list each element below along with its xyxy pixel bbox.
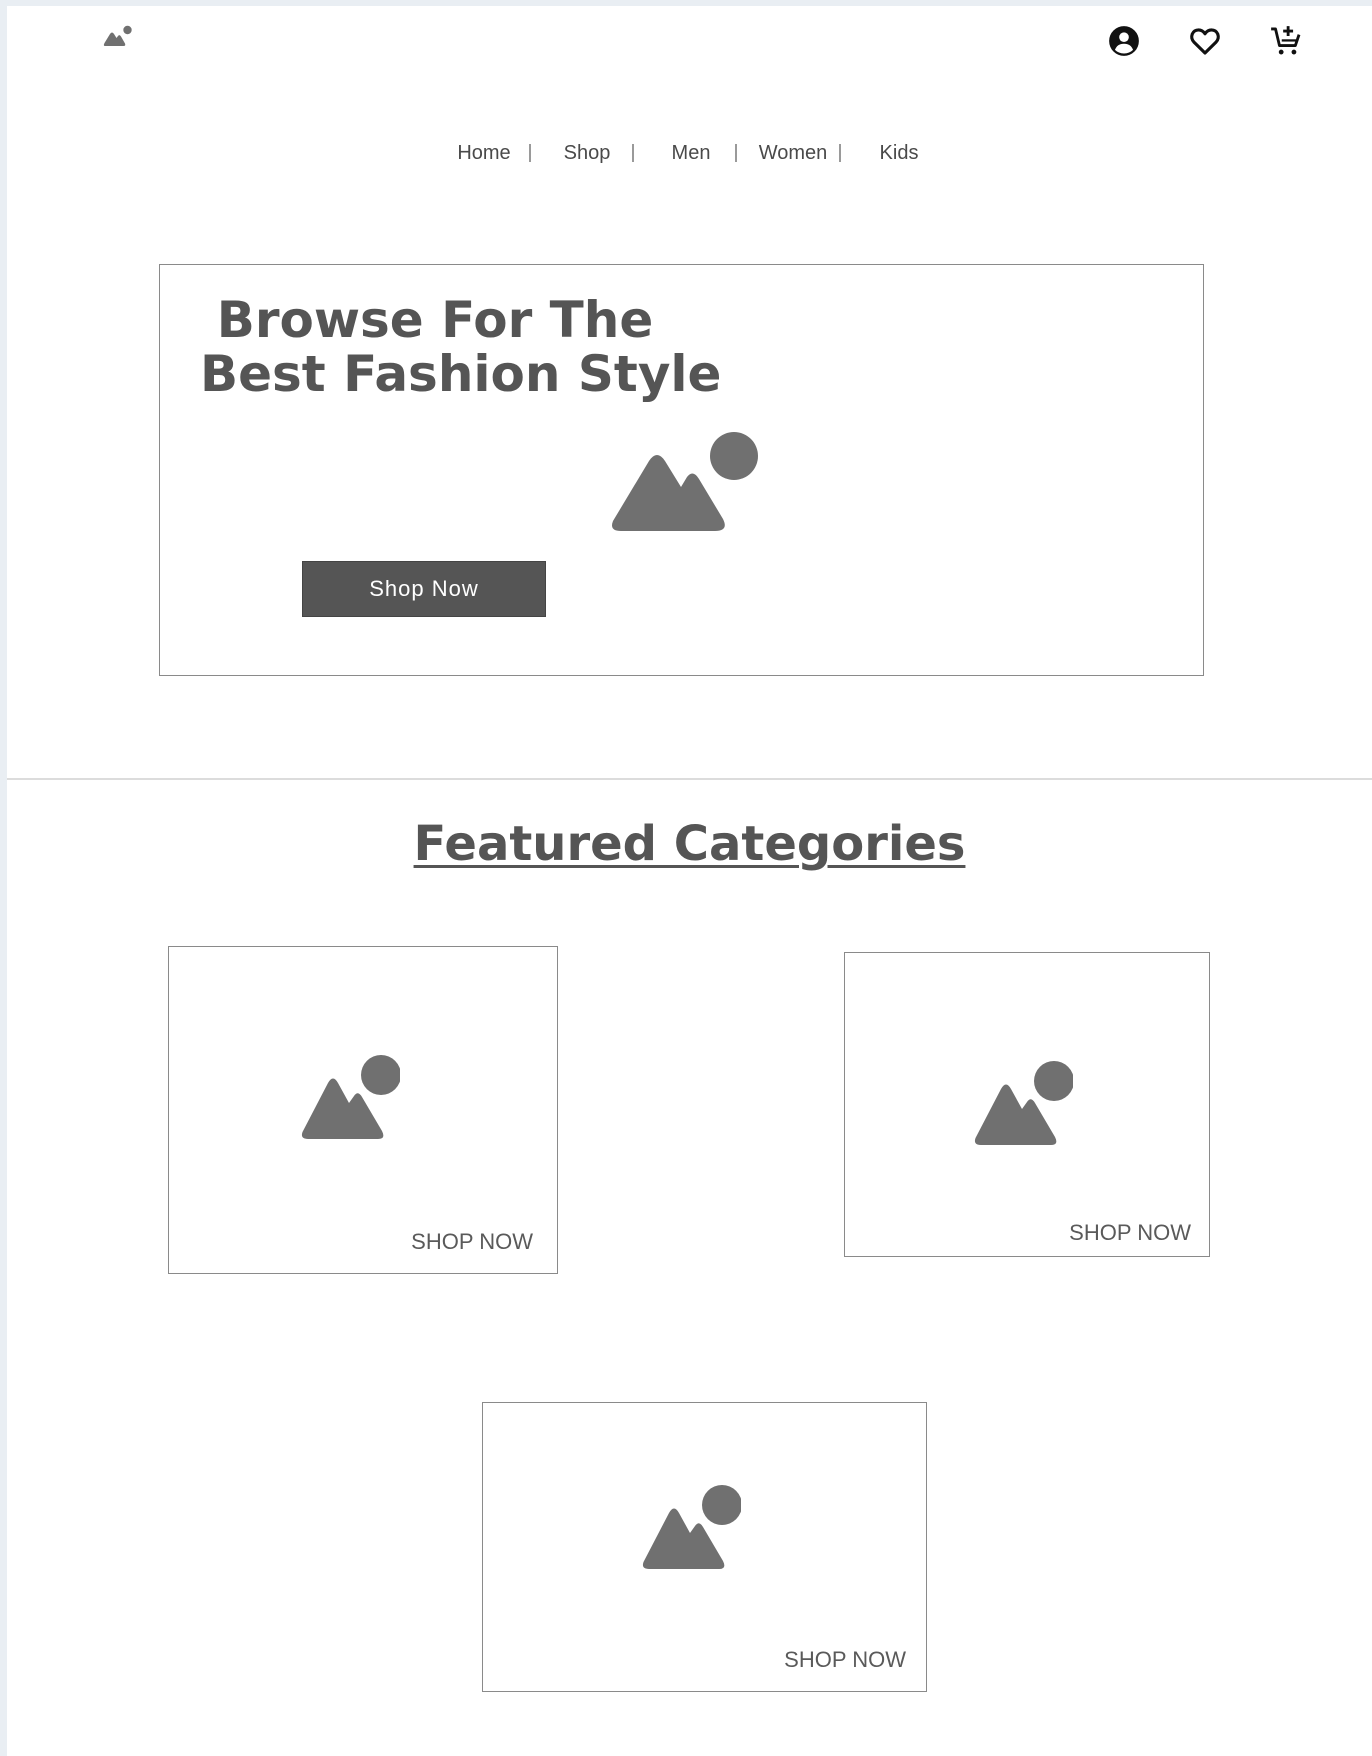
section-divider [7, 778, 1372, 780]
nav-separator [632, 144, 634, 162]
category-card[interactable]: SHOP NOW [168, 946, 558, 1274]
nav-shop[interactable]: Shop [555, 142, 619, 165]
account-circle-icon[interactable] [1107, 24, 1141, 58]
category-shop-now-link[interactable]: SHOP NOW [411, 1229, 533, 1255]
nav-men[interactable]: Men [659, 142, 723, 165]
category-card[interactable]: SHOP NOW [482, 1402, 927, 1692]
nav-separator [735, 144, 737, 162]
nav-kids[interactable]: Kids [867, 142, 931, 165]
category-image-placeholder-icon [974, 1061, 1073, 1145]
nav-women[interactable]: Women [751, 142, 835, 165]
logo-icon[interactable] [101, 22, 137, 52]
hero-title-line-2: Best Fashion Style [200, 345, 722, 403]
category-image-placeholder-icon [642, 1485, 741, 1569]
main-nav: Home Shop Men Women Kids [7, 142, 1372, 172]
shop-now-button[interactable]: Shop Now [302, 561, 546, 617]
add-to-cart-icon[interactable] [1269, 24, 1303, 58]
hero-banner: Browse For The Best Fashion Style Shop N… [159, 264, 1204, 676]
nav-separator [529, 144, 531, 162]
nav-home[interactable]: Home [451, 142, 517, 165]
page: Home Shop Men Women Kids Browse For The … [7, 6, 1372, 1756]
heart-icon[interactable] [1188, 24, 1222, 58]
category-shop-now-link[interactable]: SHOP NOW [784, 1647, 906, 1673]
category-card[interactable]: SHOP NOW [844, 952, 1210, 1257]
hero-image-placeholder-icon [612, 432, 758, 531]
nav-separator [839, 144, 841, 162]
hero-title-line-1: Browse For The [216, 291, 654, 349]
category-image-placeholder-icon [301, 1055, 400, 1139]
category-shop-now-link[interactable]: SHOP NOW [1069, 1220, 1191, 1246]
hero-title: Browse For The Best Fashion Style [200, 291, 722, 403]
featured-categories-title: Featured Categories [413, 816, 966, 872]
